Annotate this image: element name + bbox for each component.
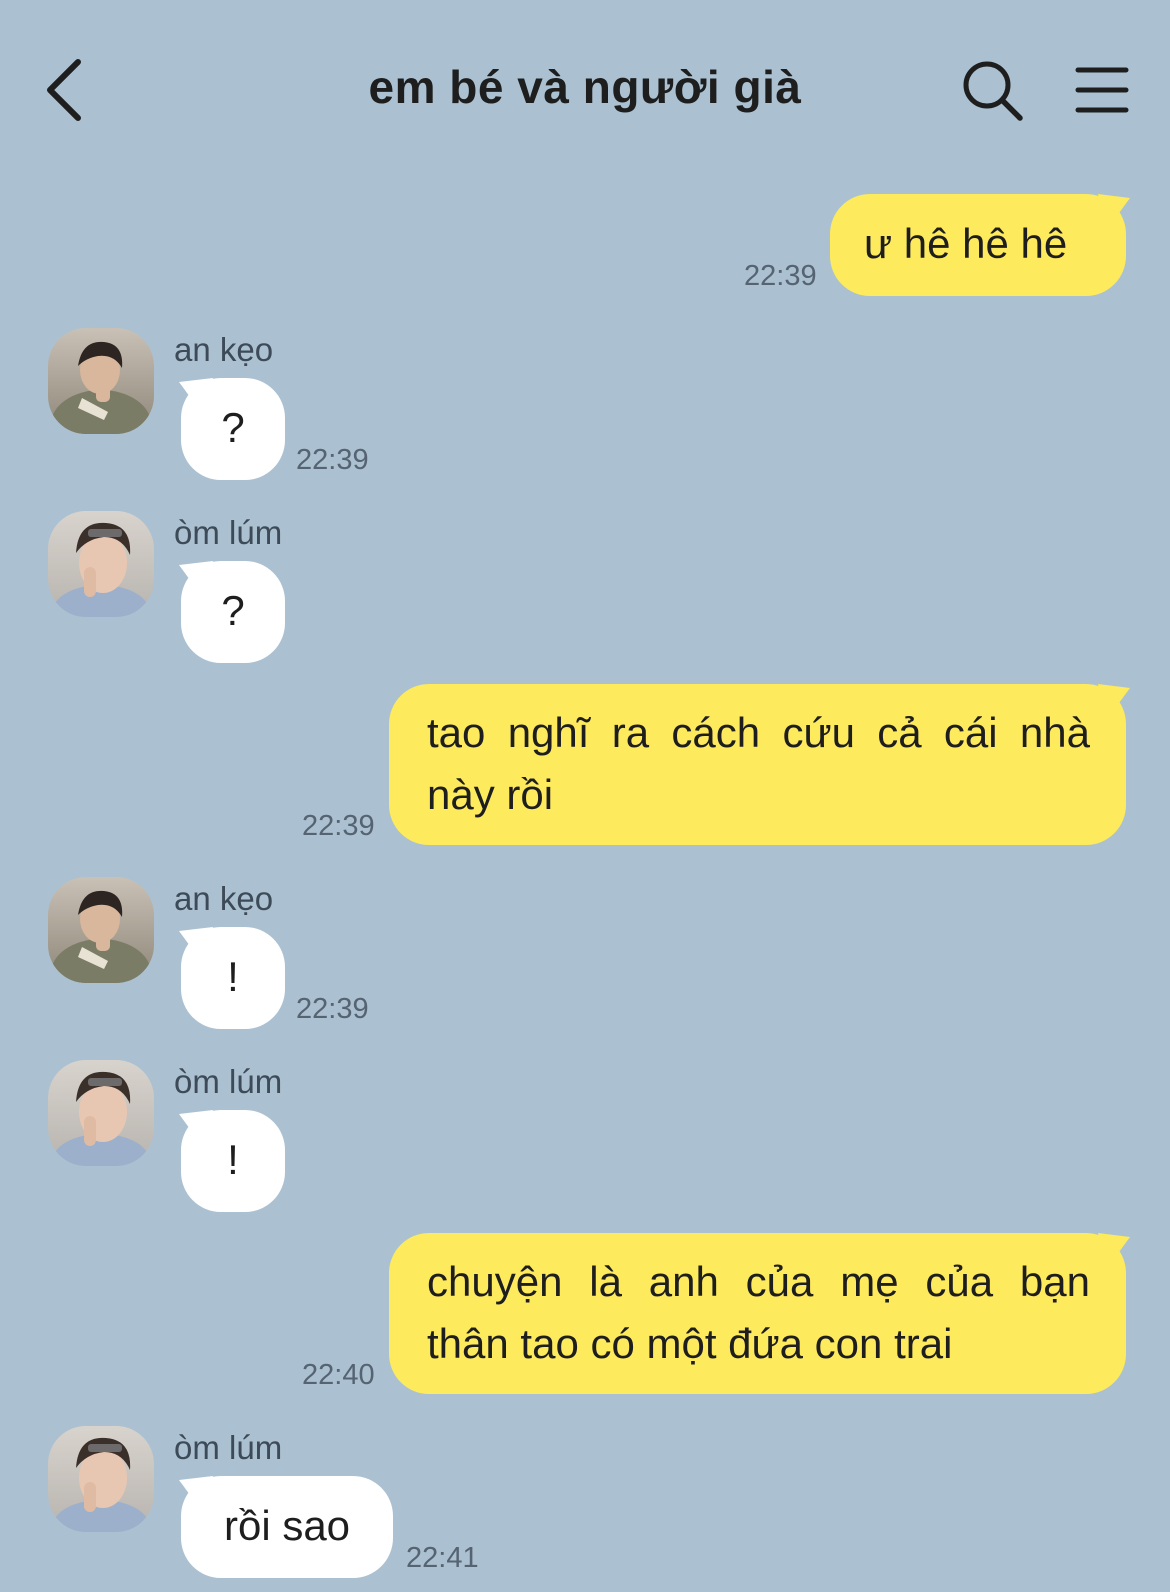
hamburger-menu-icon bbox=[1075, 67, 1129, 113]
their-bubble-tail bbox=[179, 378, 213, 416]
message-timestamp: 22:41 bbox=[406, 1542, 479, 1574]
my-message-bubble[interactable]: chuyện là anh của mẹ của bạn thân tao có… bbox=[389, 1233, 1126, 1394]
their-bubble-tail bbox=[179, 1110, 213, 1148]
avatar-an-keo[interactable] bbox=[48, 328, 154, 434]
avatar-om-lum[interactable] bbox=[48, 1060, 154, 1166]
menu-button[interactable] bbox=[1074, 64, 1130, 116]
my-message-bubble[interactable]: tao nghĩ ra cách cứu cả cái nhà này rồi bbox=[389, 684, 1126, 845]
sender-name: òm lúm bbox=[174, 514, 283, 551]
their-bubble-tail bbox=[179, 927, 213, 965]
message-timestamp: 22:39 bbox=[296, 993, 369, 1025]
message-timestamp: 22:40 bbox=[302, 1359, 375, 1391]
my-bubble-tail bbox=[1098, 684, 1130, 722]
my-bubble-tail bbox=[1098, 194, 1130, 232]
their-bubble-tail bbox=[179, 561, 213, 599]
sender-name: an kẹo bbox=[174, 331, 274, 368]
my-bubble-tail bbox=[1098, 1233, 1130, 1271]
sender-name: òm lúm bbox=[174, 1063, 283, 1100]
message-timestamp: 22:39 bbox=[744, 260, 817, 292]
avatar-om-lum[interactable] bbox=[48, 511, 154, 617]
search-button[interactable] bbox=[960, 58, 1026, 124]
search-icon bbox=[963, 61, 1023, 121]
message-timestamp: 22:39 bbox=[302, 810, 375, 842]
avatar-an-keo[interactable] bbox=[48, 877, 154, 983]
chat-header: em bé và người già bbox=[0, 0, 1170, 180]
sender-name: an kẹo bbox=[174, 880, 274, 917]
avatar-om-lum[interactable] bbox=[48, 1426, 154, 1532]
sender-name: òm lúm bbox=[174, 1429, 283, 1466]
their-bubble-tail bbox=[179, 1476, 213, 1514]
message-timestamp: 22:39 bbox=[296, 444, 369, 476]
my-message-bubble[interactable]: ư hê hê hê bbox=[830, 194, 1126, 296]
